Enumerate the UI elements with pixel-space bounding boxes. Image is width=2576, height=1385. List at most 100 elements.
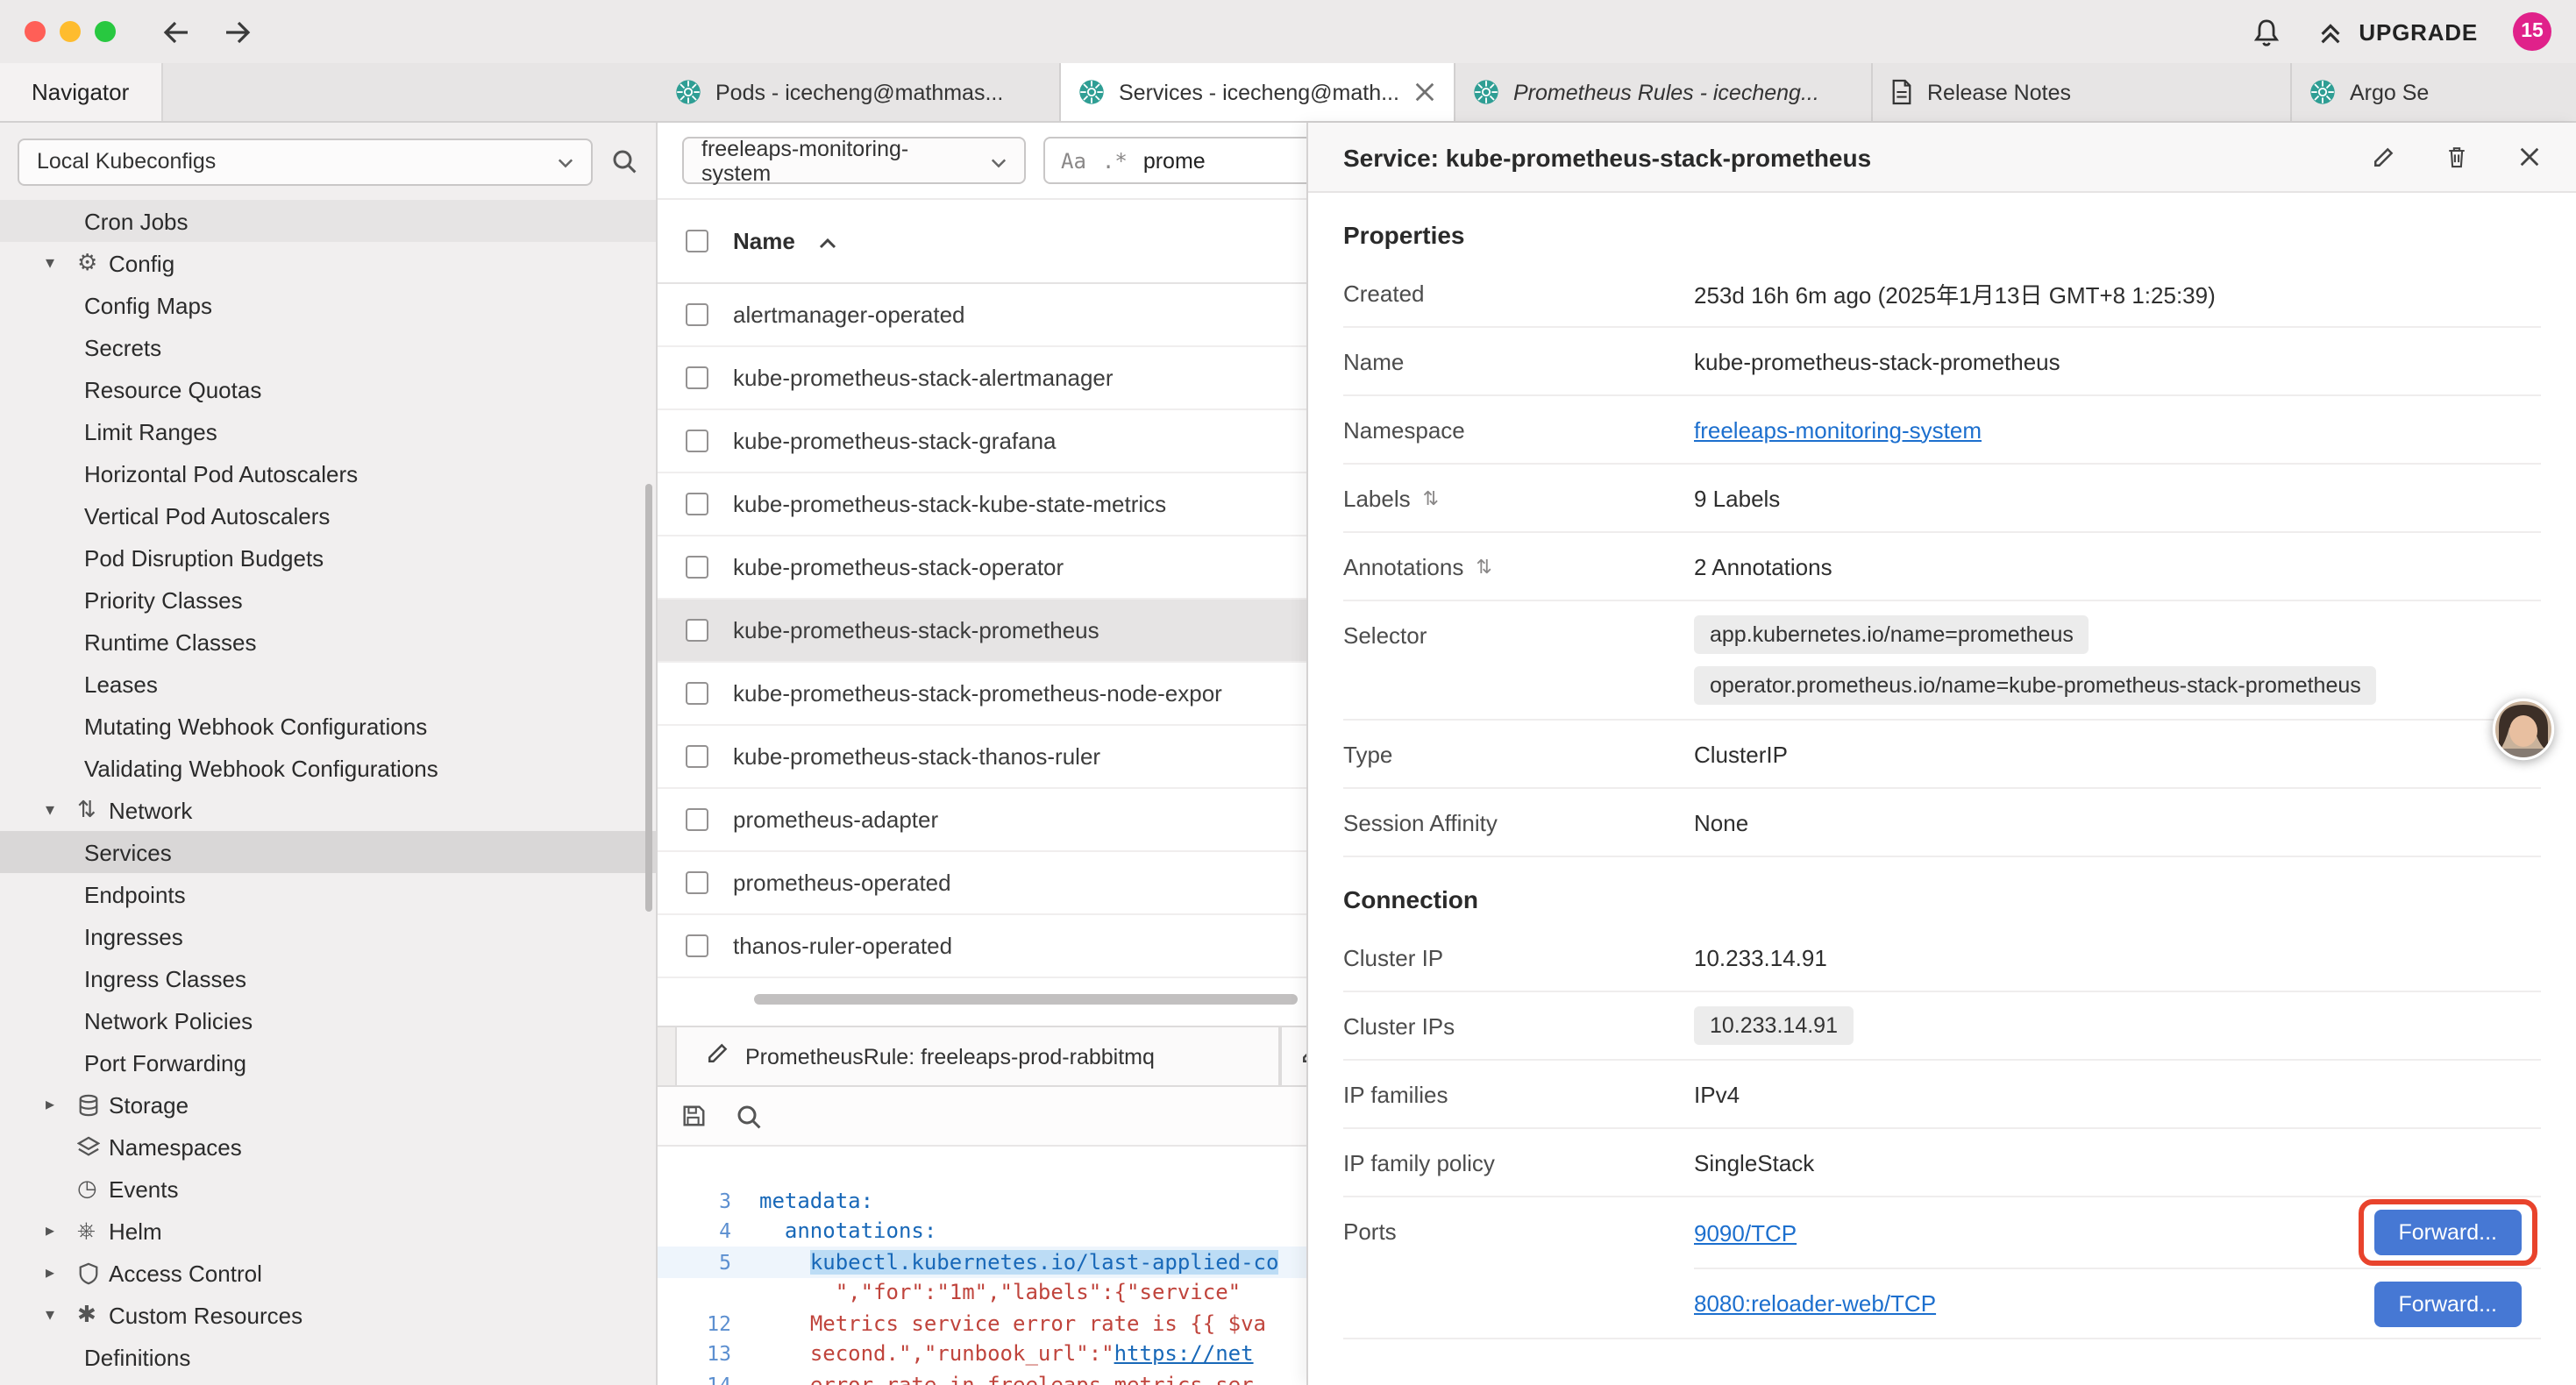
- bell-icon[interactable]: [2252, 17, 2281, 46]
- sidebar-item-priority-classes[interactable]: Priority Classes: [0, 579, 656, 621]
- sidebar-item-network[interactable]: ▾⇅Network: [0, 789, 656, 831]
- sidebar-item-endpoints[interactable]: Endpoints: [0, 873, 656, 915]
- sidebar-item-label: Horizontal Pod Autoscalers: [84, 460, 358, 487]
- property-value: kube-prometheus-stack-prometheus: [1694, 348, 2541, 374]
- sidebar-item-storage[interactable]: ▸Storage: [0, 1083, 656, 1126]
- row-checkbox[interactable]: [686, 303, 708, 326]
- annotation-highlight: Forward...: [2358, 1199, 2537, 1266]
- kubeconfig-selector[interactable]: Local Kubeconfigs: [18, 138, 593, 185]
- horizontal-scrollbar[interactable]: [754, 994, 1298, 1005]
- sort-arrows-icon[interactable]: ⇅: [1423, 487, 1439, 509]
- assistant-avatar[interactable]: [2492, 698, 2555, 766]
- sidebar-item-definitions[interactable]: Definitions: [0, 1336, 656, 1378]
- row-checkbox[interactable]: [686, 808, 708, 831]
- sidebar-item-leases[interactable]: Leases: [0, 663, 656, 705]
- sidebar-scrollbar[interactable]: [645, 484, 652, 912]
- row-checkbox[interactable]: [686, 682, 708, 705]
- sidebar-item-vertical-pod-autoscalers[interactable]: Vertical Pod Autoscalers: [0, 494, 656, 536]
- sidebar-item-ingress-classes[interactable]: Ingress Classes: [0, 957, 656, 999]
- tab-close-icon[interactable]: [1413, 81, 1436, 103]
- row-checkbox[interactable]: [686, 430, 708, 452]
- sidebar-item-secrets[interactable]: Secrets: [0, 326, 656, 368]
- row-checkbox[interactable]: [686, 619, 708, 642]
- sidebar-item-custom-resources[interactable]: ▾✱Custom Resources: [0, 1294, 656, 1336]
- edit-icon[interactable]: [2371, 145, 2395, 169]
- sidebar-item-network-policies[interactable]: Network Policies: [0, 999, 656, 1041]
- row-checkbox[interactable]: [686, 871, 708, 894]
- sort-arrows-icon[interactable]: ⇅: [1476, 555, 1491, 578]
- forward-icon[interactable]: [223, 18, 253, 45]
- section-heading-properties: Properties: [1343, 221, 2541, 249]
- sidebar-item-access-control[interactable]: ▸Access Control: [0, 1252, 656, 1294]
- match-case-toggle[interactable]: Aa: [1061, 148, 1086, 173]
- sidebar-item-events[interactable]: ◷Events: [0, 1168, 656, 1210]
- close-window-button[interactable]: [25, 21, 46, 42]
- close-icon[interactable]: [2518, 146, 2541, 168]
- row-checkbox[interactable]: [686, 493, 708, 515]
- row-name: prometheus-operated: [733, 870, 951, 896]
- row-checkbox[interactable]: [686, 366, 708, 389]
- property-label: Cluster IP: [1343, 944, 1443, 970]
- namespace-filter[interactable]: freeleaps-monitoring-system: [682, 137, 1026, 184]
- sidebar-item-resource-quotas[interactable]: Resource Quotas: [0, 368, 656, 410]
- sidebar-item-label: Cron Jobs: [84, 208, 189, 234]
- sidebar-item-services[interactable]: Services: [0, 831, 656, 873]
- sidebar-item-namespaces[interactable]: Namespaces: [0, 1126, 656, 1168]
- forward-button[interactable]: Forward...: [2373, 1210, 2522, 1255]
- line-number: 3: [658, 1189, 759, 1213]
- row-checkbox[interactable]: [686, 745, 708, 768]
- chevron-right-icon[interactable]: ▸: [46, 1095, 77, 1114]
- row-checkbox[interactable]: [686, 556, 708, 579]
- tab-services-icecheng-math[interactable]: Services - icecheng@math...: [1061, 63, 1455, 121]
- navigator-panel-tab[interactable]: Navigator: [0, 63, 162, 121]
- dock-tab-prometheusrule[interactable]: PrometheusRule: freeleaps-prod-rabbitmq: [675, 1027, 1280, 1085]
- chevron-right-icon[interactable]: ▸: [46, 1263, 77, 1282]
- chevron-down-icon[interactable]: ▾: [46, 1305, 77, 1325]
- save-icon[interactable]: [680, 1103, 707, 1129]
- sidebar-item-label: Namespaces: [109, 1133, 242, 1160]
- column-header-name[interactable]: Name: [733, 228, 795, 254]
- sidebar-item-mutating-webhook-configurations[interactable]: Mutating Webhook Configurations: [0, 705, 656, 747]
- minimize-window-button[interactable]: [60, 21, 81, 42]
- sidebar-item-horizontal-pod-autoscalers[interactable]: Horizontal Pod Autoscalers: [0, 452, 656, 494]
- property-row-ip-families: IP familiesIPv4: [1343, 1061, 2541, 1129]
- sidebar-item-runtime-classes[interactable]: Runtime Classes: [0, 621, 656, 663]
- property-row-namespace: Namespacefreeleaps-monitoring-system: [1343, 396, 2541, 465]
- sidebar-item-cron-jobs[interactable]: Cron Jobs: [0, 200, 656, 242]
- upgrade-button[interactable]: UPGRADE: [2316, 18, 2478, 45]
- sidebar-item-helm[interactable]: ▸⎈Helm: [0, 1210, 656, 1252]
- sidebar-item-port-forwarding[interactable]: Port Forwarding: [0, 1041, 656, 1083]
- search-icon[interactable]: [610, 147, 638, 175]
- namespace-link[interactable]: freeleaps-monitoring-system: [1694, 416, 1982, 443]
- port-link[interactable]: 9090/TCP: [1694, 1219, 1797, 1246]
- regex-toggle[interactable]: .*: [1102, 148, 1128, 173]
- row-checkbox[interactable]: [686, 934, 708, 957]
- property-label: Selector: [1343, 622, 1427, 649]
- trash-icon[interactable]: [2444, 144, 2469, 170]
- chevron-down-icon[interactable]: ▾: [46, 253, 77, 273]
- forward-button[interactable]: Forward...: [2373, 1281, 2522, 1326]
- tab-release-notes[interactable]: Release Notes: [1873, 63, 2292, 121]
- sidebar-item-limit-ranges[interactable]: Limit Ranges: [0, 410, 656, 452]
- chevron-down-icon[interactable]: ▾: [46, 800, 77, 820]
- row-name: thanos-ruler-operated: [733, 933, 952, 959]
- sidebar-item-validating-webhook-configurations[interactable]: Validating Webhook Configurations: [0, 747, 656, 789]
- tab-pods-icecheng-mathmas[interactable]: Pods - icecheng@mathmas...: [658, 63, 1061, 121]
- port-link[interactable]: 8080:reloader-web/TCP: [1694, 1290, 1936, 1317]
- select-all-checkbox[interactable]: [686, 230, 708, 252]
- property-row-annotations: Annotations⇅2 Annotations: [1343, 533, 2541, 601]
- back-icon[interactable]: [161, 18, 191, 45]
- sidebar-item-pod-disruption-budgets[interactable]: Pod Disruption Budgets: [0, 536, 656, 579]
- tab-prometheus-rules-icecheng[interactable]: Prometheus Rules - icecheng...: [1455, 63, 1873, 121]
- chevron-right-icon[interactable]: ▸: [46, 1221, 77, 1240]
- database-icon: [77, 1093, 109, 1116]
- maximize-window-button[interactable]: [95, 21, 116, 42]
- sidebar-item-config-maps[interactable]: Config Maps: [0, 284, 656, 326]
- code-text: annotations:: [759, 1219, 936, 1244]
- notification-badge[interactable]: 15: [2513, 12, 2551, 51]
- sidebar-item-ingresses[interactable]: Ingresses: [0, 915, 656, 957]
- property-label: Session Affinity: [1343, 809, 1498, 835]
- tab-argo-se[interactable]: Argo Se: [2292, 63, 2576, 121]
- search-icon[interactable]: [735, 1102, 763, 1130]
- sidebar-item-config[interactable]: ▾⚙Config: [0, 242, 656, 284]
